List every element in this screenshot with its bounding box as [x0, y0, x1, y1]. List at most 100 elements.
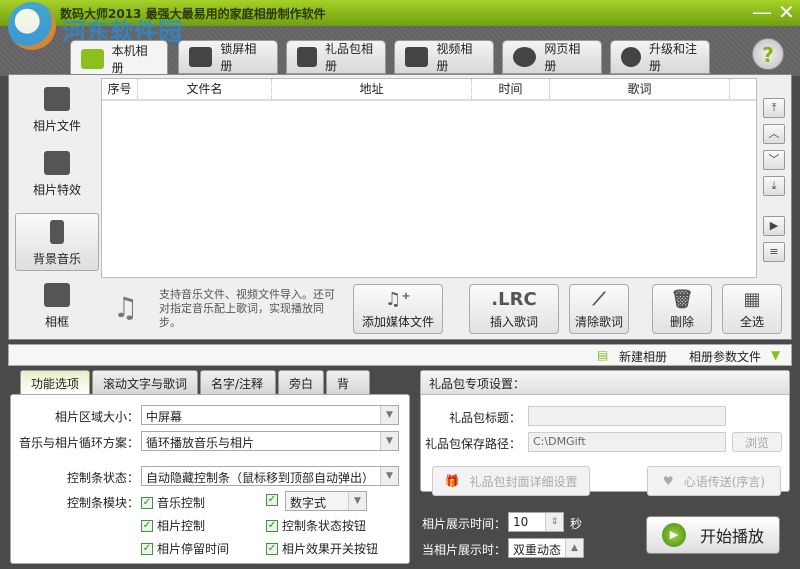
- help-button[interactable]: ?: [752, 38, 784, 70]
- col-time[interactable]: 时间: [472, 79, 550, 99]
- app-logo: [8, 2, 56, 50]
- gift-title-label: 礼品包标题：: [448, 411, 521, 425]
- button-label: 礼品包封面详细设置: [469, 474, 578, 489]
- grid-icon: ▦: [743, 289, 761, 310]
- start-play-button[interactable]: ▶ 开始播放: [646, 516, 780, 554]
- tab-local-album[interactable]: 本机相册: [70, 40, 168, 76]
- tab-upgrade-register[interactable]: 升级和注册: [610, 40, 710, 74]
- photo-area-label: 相片区域大小：: [54, 410, 139, 424]
- document-button[interactable]: ≡: [763, 242, 785, 262]
- col-lyrics[interactable]: 歌词: [550, 79, 730, 99]
- new-album-button[interactable]: 新建相册: [619, 348, 667, 365]
- time-unit: 秒: [570, 517, 583, 531]
- browse-button[interactable]: 浏览: [732, 432, 782, 452]
- gift-header: 礼品包专项设置：: [421, 371, 789, 395]
- close-button[interactable]: ✕: [778, 0, 795, 24]
- effects-icon: [44, 151, 70, 175]
- tab-web-album[interactable]: 网页相册: [502, 40, 602, 74]
- select-all-button[interactable]: ▦ 全选: [722, 284, 782, 334]
- trash-icon: 🗑: [670, 289, 694, 310]
- select-value: 数字式: [290, 496, 327, 510]
- album-strip: ▤ 新建相册 相册参数文件 ▼: [8, 344, 792, 366]
- music-icon: [50, 220, 64, 244]
- check-icon: ✓: [141, 542, 153, 555]
- button-label: 全选: [739, 315, 764, 329]
- media-list[interactable]: 序号 文件名 地址 时间 歌词: [101, 78, 757, 278]
- number-style-checkbox[interactable]: ✓: [266, 494, 278, 506]
- ctrl-state-select[interactable]: 自动隐藏控制条（鼠标移到顶部自动弹出） ▼: [141, 466, 399, 486]
- check-icon: ✓: [266, 494, 278, 506]
- message-button[interactable]: ♥ 心语传送(序言): [647, 466, 781, 496]
- ie-icon: [513, 47, 537, 67]
- checkbox-label: 控制条状态按钮: [282, 519, 367, 533]
- add-media-button[interactable]: ♫⁺ 添加媒体文件: [353, 284, 443, 334]
- list-header: 序号 文件名 地址 时间 歌词: [102, 79, 756, 101]
- sidebar-item-photo-files[interactable]: 相片文件: [15, 81, 99, 139]
- dropdown-arrow-icon[interactable]: ▼: [771, 348, 780, 362]
- col-index[interactable]: 序号: [102, 79, 138, 99]
- cover-settings-button[interactable]: 🎁 礼品包封面详细设置: [432, 466, 590, 496]
- insert-lyrics-button[interactable]: .LRC 插入歌词: [469, 284, 559, 334]
- play-icon: ▶: [661, 523, 686, 547]
- music-control-checkbox[interactable]: ✓ 音乐控制: [141, 494, 205, 511]
- tab-background[interactable]: 背景: [326, 370, 370, 408]
- tab-name-notes[interactable]: 名字/注释: [200, 370, 276, 395]
- check-icon: ✓: [141, 519, 153, 532]
- loop-select[interactable]: 循环播放音乐与相片 ▼: [141, 431, 399, 451]
- gift-title-input[interactable]: [528, 406, 726, 426]
- tab-label: 视频相册: [436, 42, 473, 73]
- album-params-button[interactable]: 相册参数文件: [689, 348, 761, 365]
- tab-narration[interactable]: 旁白: [278, 370, 324, 395]
- music-add-icon: ♫⁺: [385, 289, 411, 310]
- photo-stay-time-checkbox[interactable]: ✓ 相片停留时间: [141, 540, 229, 557]
- check-icon: ✓: [266, 542, 278, 555]
- clear-lyrics-button[interactable]: ⟋ 清除歌词: [569, 284, 629, 334]
- main-panel: 相片文件 相片特效 背景音乐 相框 序号 文件名 地址 时间 歌词 ⤒ ︿ ﹀ …: [8, 74, 792, 340]
- tab-scroll-text-lyrics[interactable]: 滚动文字与歌词: [92, 370, 198, 395]
- ctrl-state-button-checkbox[interactable]: ✓ 控制条状态按钮: [266, 517, 366, 534]
- move-bottom-button[interactable]: ⤓: [763, 176, 785, 196]
- select-value: 循环播放音乐与相片: [146, 436, 255, 450]
- number-style-select[interactable]: 数字式 ▼: [285, 491, 367, 511]
- photo-area-select[interactable]: 中屏幕 ▼: [141, 405, 399, 425]
- spinner-arrows-icon[interactable]: ⇕: [545, 513, 563, 531]
- minimize-button[interactable]: —: [752, 0, 772, 24]
- tab-video-album[interactable]: 视频相册: [394, 40, 494, 74]
- move-down-button[interactable]: ﹀: [763, 150, 785, 170]
- col-filename[interactable]: 文件名: [138, 79, 272, 99]
- eraser-icon: ⟋: [592, 289, 606, 310]
- button-label: 插入歌词: [489, 315, 538, 329]
- sidebar-item-frame[interactable]: 相框: [15, 277, 99, 335]
- tab-label: 礼品包相册: [325, 42, 374, 73]
- music-toolbar: ♫ 支持音乐文件、视频文件导入。还可对指定音乐配上歌词，实现播放同步。 ♫⁺ 添加…: [101, 281, 791, 337]
- effect-switch-checkbox[interactable]: ✓ 相片效果开关按钮: [266, 540, 378, 557]
- heart-icon: ♥: [662, 474, 674, 488]
- when-display-label: 当相片展示时：: [422, 543, 507, 557]
- tab-label: 锁屏相册: [220, 42, 257, 73]
- info-text: 支持音乐文件、视频文件导入。还可对指定音乐配上歌词，实现播放同步。: [159, 288, 335, 329]
- button-label: 心语传送(序言): [683, 474, 766, 489]
- col-address[interactable]: 地址: [272, 79, 472, 99]
- gift-icon: 🎁: [444, 474, 460, 488]
- tab-lockscreen-album[interactable]: 锁屏相册: [178, 40, 278, 74]
- play-preview-button[interactable]: ▶: [763, 216, 785, 236]
- music-note-icon: ♫: [113, 291, 139, 324]
- sidebar-label: 背景音乐: [32, 252, 81, 266]
- gift-path-input[interactable]: C:\DMGift: [528, 432, 726, 452]
- sidebar-item-photo-effects[interactable]: 相片特效: [15, 145, 99, 203]
- globe-icon: [621, 47, 641, 67]
- when-display-select[interactable]: 双重动态 ▲: [508, 538, 584, 558]
- sidebar-item-background-music[interactable]: 背景音乐: [15, 213, 99, 271]
- photo-control-checkbox[interactable]: ✓ 相片控制: [141, 517, 205, 534]
- gift-path-label: 礼品包保存路径：: [424, 437, 521, 451]
- sidebar-label: 相片特效: [32, 183, 81, 197]
- move-top-button[interactable]: ⤒: [763, 98, 785, 118]
- checkbox-label: 相片停留时间: [157, 542, 230, 556]
- loop-label: 音乐与相片循环方案：: [18, 436, 139, 450]
- tab-function-options[interactable]: 功能选项: [20, 370, 90, 395]
- tab-gift-album[interactable]: 礼品包相册: [286, 40, 386, 74]
- display-time-spinner[interactable]: 10 ⇕: [508, 512, 564, 532]
- delete-button[interactable]: 🗑 删除: [652, 284, 712, 334]
- checkbox-label: 音乐控制: [157, 496, 206, 510]
- move-up-button[interactable]: ︿: [763, 124, 785, 144]
